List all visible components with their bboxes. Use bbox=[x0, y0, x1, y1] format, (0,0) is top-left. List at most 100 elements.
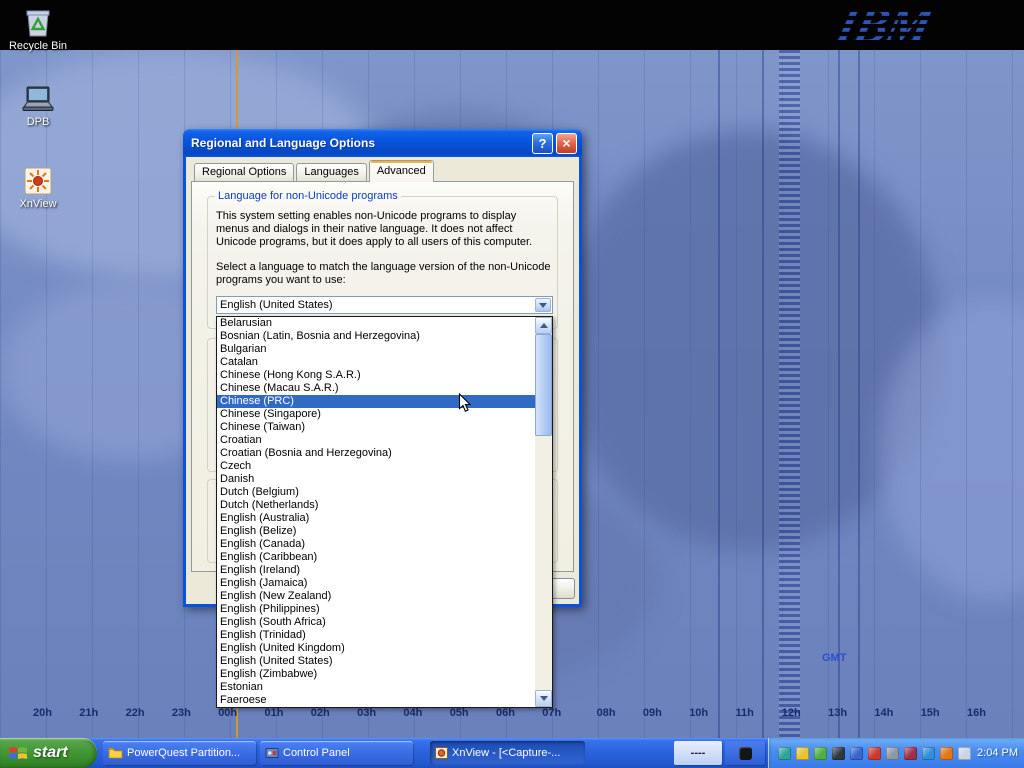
hour-label: 07h bbox=[542, 707, 561, 719]
dropdown-item[interactable]: Danish bbox=[217, 473, 535, 486]
instruction-text: Select a language to match the language … bbox=[216, 261, 552, 287]
tray-icon-lightblue[interactable] bbox=[922, 747, 935, 760]
chevron-down-icon bbox=[539, 303, 547, 308]
tray-icon-blue[interactable] bbox=[850, 747, 863, 760]
hour-label: 08h bbox=[597, 707, 616, 719]
hour-label: 10h bbox=[689, 707, 708, 719]
dialog-titlebar[interactable]: Regional and Language Options ? × bbox=[183, 129, 582, 157]
tray-icon-yellow[interactable] bbox=[796, 747, 809, 760]
tray-icon-maroon[interactable] bbox=[904, 747, 917, 760]
language-dropdown-list: BelarusianBosnian (Latin, Bosnia and Her… bbox=[216, 316, 553, 708]
description-text: This system setting enables non-Unicode … bbox=[216, 210, 552, 249]
hour-label: 00h bbox=[218, 707, 237, 719]
dropdown-item[interactable]: Chinese (Singapore) bbox=[217, 408, 535, 421]
hour-label: 02h bbox=[311, 707, 330, 719]
dropdown-item[interactable]: Belarusian bbox=[217, 317, 535, 330]
dropdown-item[interactable]: English (Ireland) bbox=[217, 564, 535, 577]
dropdown-item[interactable]: English (Philippines) bbox=[217, 603, 535, 616]
dropdown-item[interactable]: Dutch (Netherlands) bbox=[217, 499, 535, 512]
dropdown-item[interactable]: Estonian bbox=[217, 681, 535, 694]
app-icon bbox=[739, 747, 752, 760]
scroll-up-button[interactable] bbox=[535, 317, 552, 334]
dropdown-item[interactable]: English (United States) bbox=[217, 655, 535, 668]
dropdown-item[interactable]: Chinese (Macau S.A.R.) bbox=[217, 382, 535, 395]
hour-label: 01h bbox=[265, 707, 284, 719]
dropdown-item[interactable]: English (Australia) bbox=[217, 512, 535, 525]
dropdown-item[interactable]: Croatian bbox=[217, 434, 535, 447]
dropdown-item[interactable]: Dutch (Belgium) bbox=[217, 486, 535, 499]
taskbar: start PowerQuest Partition... Control Pa… bbox=[0, 738, 1024, 768]
combobox-dropdown-button[interactable] bbox=[535, 298, 551, 312]
desktop-icon-recycle-bin[interactable]: Recycle Bin bbox=[0, 6, 76, 52]
hour-label: 11h bbox=[736, 707, 754, 719]
dropdown-item[interactable]: Bosnian (Latin, Bosnia and Herzegovina) bbox=[217, 330, 535, 343]
dropdown-item[interactable]: Czech bbox=[217, 460, 535, 473]
dropdown-item[interactable]: Chinese (Hong Kong S.A.R.) bbox=[217, 369, 535, 382]
dropdown-scrollbar[interactable] bbox=[535, 317, 552, 707]
dropdown-item[interactable]: Croatian (Bosnia and Herzegovina) bbox=[217, 447, 535, 460]
hour-label: 15h bbox=[921, 707, 940, 719]
tray-icon-display[interactable] bbox=[778, 747, 791, 760]
dropdown-item[interactable]: English (Jamaica) bbox=[217, 577, 535, 590]
tray-icon-gray[interactable] bbox=[886, 747, 899, 760]
dropdown-item[interactable]: English (Zimbabwe) bbox=[217, 668, 535, 681]
dropdown-item[interactable]: English (Canada) bbox=[217, 538, 535, 551]
scrollbar-thumb[interactable] bbox=[535, 334, 552, 436]
dropdown-item[interactable]: Faeroese bbox=[217, 694, 535, 707]
close-button[interactable]: × bbox=[556, 133, 577, 154]
system-tray: 2:04 PM bbox=[768, 738, 1024, 768]
language-combobox[interactable]: English (United States) bbox=[216, 296, 553, 314]
control-panel-icon bbox=[265, 747, 279, 759]
start-button[interactable]: start bbox=[0, 738, 97, 768]
hour-label: 22h bbox=[126, 707, 145, 719]
dialog-tab-strip: Regional Options Languages Advanced bbox=[194, 160, 436, 181]
dropdown-item[interactable]: Bulgarian bbox=[217, 343, 535, 356]
gmt-label: GMT bbox=[822, 652, 846, 664]
tray-icon-orange[interactable] bbox=[940, 747, 953, 760]
arrow-down-icon bbox=[540, 696, 548, 701]
tray-icon-volume[interactable] bbox=[958, 747, 971, 760]
tray-icon-green[interactable] bbox=[814, 747, 827, 760]
taskbar-button-control-panel[interactable]: Control Panel bbox=[260, 741, 413, 765]
dropdown-item[interactable]: English (Trinidad) bbox=[217, 629, 535, 642]
dropdown-item[interactable]: Catalan bbox=[217, 356, 535, 369]
dropdown-item[interactable]: Chinese (PRC) bbox=[217, 395, 535, 408]
tray-icons bbox=[778, 738, 971, 768]
taskbar-button-label: PowerQuest Partition... bbox=[127, 747, 251, 759]
hour-label: 09h bbox=[643, 707, 662, 719]
taskbar-button-xnview[interactable]: XnView - [<Capture-... bbox=[430, 741, 585, 765]
taskbar-deskband-2[interactable] bbox=[725, 741, 765, 765]
desktop-icon-dpb[interactable]: DPB bbox=[0, 84, 76, 128]
deskband-label: ---- bbox=[691, 747, 706, 759]
scroll-down-button[interactable] bbox=[535, 690, 552, 707]
hour-label: 23h bbox=[172, 707, 191, 719]
tray-icon-red[interactable] bbox=[868, 747, 881, 760]
dropdown-item[interactable]: English (United Kingdom) bbox=[217, 642, 535, 655]
icon-label: DPB bbox=[0, 116, 76, 128]
dropdown-item[interactable]: Chinese (Taiwan) bbox=[217, 421, 535, 434]
icon-label: Recycle Bin bbox=[0, 40, 76, 52]
tray-icon-dark[interactable] bbox=[832, 747, 845, 760]
dropdown-item[interactable]: English (Belize) bbox=[217, 525, 535, 538]
tab-languages[interactable]: Languages bbox=[296, 163, 366, 181]
hour-label: 12h bbox=[782, 707, 801, 719]
hour-label: 20h bbox=[33, 707, 52, 719]
taskbar-button-powerquest[interactable]: PowerQuest Partition... bbox=[103, 741, 256, 765]
help-button[interactable]: ? bbox=[532, 133, 553, 154]
dropdown-item[interactable]: English (Caribbean) bbox=[217, 551, 535, 564]
combobox-value: English (United States) bbox=[217, 299, 534, 311]
taskbar-deskband[interactable]: ---- bbox=[674, 741, 722, 765]
recycle-bin-icon bbox=[23, 6, 53, 38]
hour-label: 03h bbox=[357, 707, 376, 719]
ibm-logo: IBM bbox=[831, 0, 937, 54]
hour-label: 05h bbox=[450, 707, 469, 719]
desktop-icon-xnview[interactable]: XnView bbox=[0, 166, 76, 210]
xnview-icon bbox=[435, 747, 448, 759]
tab-advanced[interactable]: Advanced bbox=[369, 160, 434, 182]
dropdown-item[interactable]: English (New Zealand) bbox=[217, 590, 535, 603]
tab-regional-options[interactable]: Regional Options bbox=[194, 163, 294, 181]
start-label: start bbox=[33, 744, 68, 762]
groupbox-title: Language for non-Unicode programs bbox=[215, 190, 401, 202]
taskbar-clock[interactable]: 2:04 PM bbox=[977, 738, 1018, 768]
dropdown-item[interactable]: English (South Africa) bbox=[217, 616, 535, 629]
